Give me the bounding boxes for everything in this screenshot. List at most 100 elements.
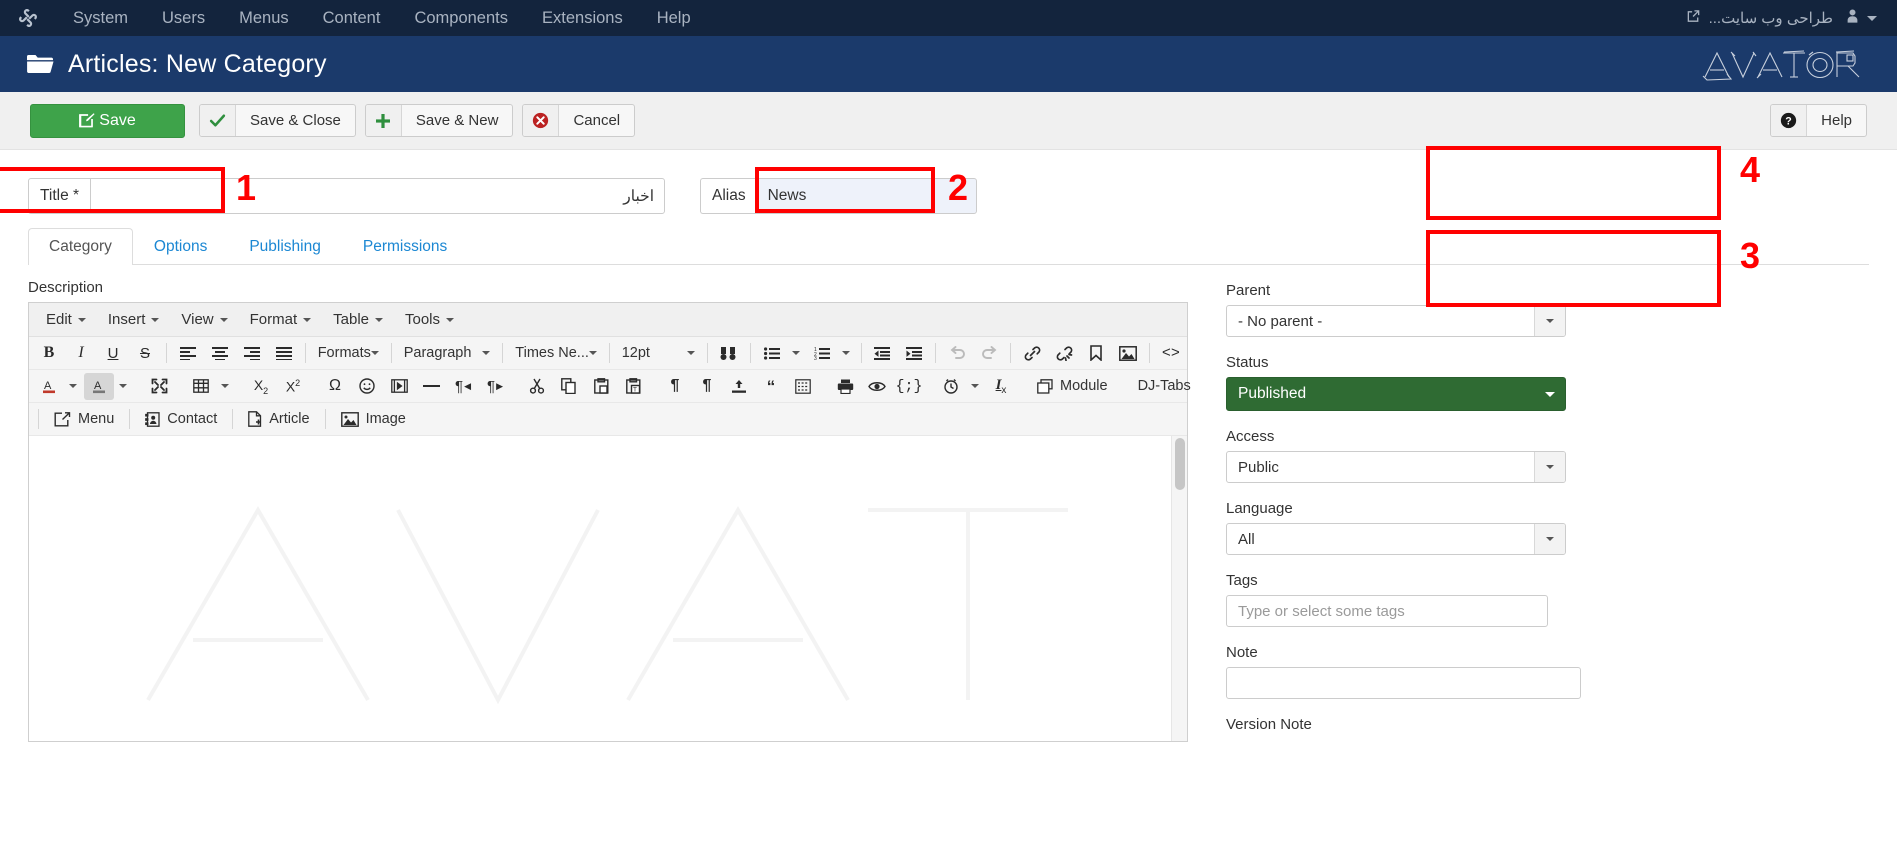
- chevron-down-icon[interactable]: [787, 340, 805, 367]
- joomla-logo-icon[interactable]: [0, 7, 56, 29]
- blockquote-icon[interactable]: “: [756, 373, 786, 400]
- editor-vertical-scrollbar[interactable]: [1171, 436, 1187, 741]
- search-replace-icon[interactable]: [714, 340, 744, 367]
- cancel-button[interactable]: Cancel: [522, 104, 636, 137]
- subscript-icon[interactable]: X2: [246, 373, 276, 400]
- chevron-down-icon[interactable]: [837, 340, 855, 367]
- outdent-icon[interactable]: [867, 340, 897, 367]
- align-center-icon[interactable]: [205, 340, 235, 367]
- formats-select[interactable]: Formats: [311, 340, 386, 367]
- alias-input[interactable]: [756, 178, 977, 214]
- admin-menu-item-content[interactable]: Content: [306, 0, 398, 36]
- show-blocks-icon[interactable]: ¶: [660, 373, 690, 400]
- font-family-select[interactable]: Times Ne...: [508, 340, 604, 367]
- insert-contact-button[interactable]: Contact: [136, 406, 226, 433]
- align-left-icon[interactable]: [173, 340, 203, 367]
- editor-menu-table[interactable]: Table: [322, 307, 394, 333]
- editor-column: Description Edit Insert View Format Tabl…: [28, 279, 1191, 750]
- chevron-down-icon[interactable]: [114, 373, 132, 400]
- parent-select[interactable]: - No parent -: [1226, 305, 1566, 337]
- admin-menu-item-system[interactable]: System: [56, 0, 145, 36]
- undo-icon[interactable]: [942, 340, 972, 367]
- save-button[interactable]: Save: [30, 103, 185, 138]
- copy-icon[interactable]: [554, 373, 584, 400]
- horizontal-rule-icon[interactable]: [416, 373, 446, 400]
- indent-icon[interactable]: [899, 340, 929, 367]
- editor-menu-edit[interactable]: Edit: [35, 307, 97, 333]
- admin-menu-item-help[interactable]: Help: [640, 0, 708, 36]
- tab-permissions[interactable]: Permissions: [342, 228, 468, 265]
- emoticon-icon[interactable]: [352, 373, 382, 400]
- superscript-icon[interactable]: X2: [278, 373, 308, 400]
- ltr-paragraph-icon[interactable]: ¶ ▶: [480, 373, 510, 400]
- help-button[interactable]: ? Help: [1770, 104, 1867, 137]
- language-select[interactable]: All: [1226, 523, 1566, 555]
- paste-icon[interactable]: [586, 373, 616, 400]
- tab-options[interactable]: Options: [133, 228, 228, 265]
- editor-menu-tools[interactable]: Tools: [394, 307, 465, 333]
- clock-icon[interactable]: [936, 373, 966, 400]
- bold-icon[interactable]: B: [34, 340, 64, 367]
- insert-media-icon[interactable]: [384, 373, 414, 400]
- user-menu[interactable]: [1845, 8, 1877, 28]
- underline-icon[interactable]: U: [98, 340, 128, 367]
- clear-formatting-icon[interactable]: Ix: [986, 373, 1016, 400]
- editor-menu-insert[interactable]: Insert: [97, 307, 171, 333]
- chevron-down-icon[interactable]: [64, 373, 82, 400]
- unlink-icon[interactable]: [1049, 340, 1079, 367]
- rtl-paragraph-icon[interactable]: ¶ ◀: [448, 373, 478, 400]
- special-character-icon[interactable]: Ω: [320, 373, 350, 400]
- code-sample-icon[interactable]: {;}: [894, 373, 924, 400]
- align-right-icon[interactable]: [237, 340, 267, 367]
- paste-as-text-icon[interactable]: T: [618, 373, 648, 400]
- editor-menu-format[interactable]: Format: [239, 307, 323, 333]
- numbered-list-icon[interactable]: 123: [807, 340, 837, 367]
- status-select[interactable]: Published: [1226, 377, 1566, 411]
- block-format-select[interactable]: Paragraph: [397, 340, 498, 367]
- admin-menu-item-components[interactable]: Components: [397, 0, 525, 36]
- anchor-bookmark-icon[interactable]: [1081, 340, 1111, 367]
- insert-template-icon[interactable]: [724, 373, 754, 400]
- access-select[interactable]: Public: [1226, 451, 1566, 483]
- text-color-icon[interactable]: A: [34, 373, 64, 400]
- admin-menu-item-menus[interactable]: Menus: [222, 0, 306, 36]
- dj-tabs-button[interactable]: DJ-Tabs: [1129, 373, 1200, 400]
- show-invisible-characters-icon[interactable]: ¶: [692, 373, 722, 400]
- tab-publishing[interactable]: Publishing: [228, 228, 342, 265]
- fullscreen-icon[interactable]: [144, 373, 174, 400]
- insert-image-icon[interactable]: [1113, 340, 1143, 367]
- print-icon[interactable]: [830, 373, 860, 400]
- chevron-down-icon[interactable]: [216, 373, 234, 400]
- note-input[interactable]: [1226, 667, 1581, 699]
- insert-menu-button[interactable]: Menu: [45, 406, 123, 433]
- insert-article-button[interactable]: Article: [239, 406, 318, 433]
- strikethrough-icon[interactable]: S: [130, 340, 160, 367]
- admin-menu-item-extensions[interactable]: Extensions: [525, 0, 640, 36]
- cut-icon[interactable]: [522, 373, 552, 400]
- font-size-select[interactable]: 12pt: [615, 340, 702, 367]
- align-justify-icon[interactable]: [269, 340, 299, 367]
- editor-content-area[interactable]: [29, 436, 1187, 741]
- link-icon[interactable]: [1017, 340, 1047, 367]
- insert-module-button[interactable]: Module: [1028, 373, 1117, 400]
- editor-menu-view[interactable]: View: [170, 307, 238, 333]
- tags-input[interactable]: [1226, 595, 1548, 627]
- redo-icon[interactable]: [974, 340, 1004, 367]
- chevron-down-icon[interactable]: [966, 373, 984, 400]
- insert-image-button[interactable]: Image: [332, 406, 415, 433]
- italic-icon[interactable]: I: [66, 340, 96, 367]
- source-code-icon[interactable]: <>: [1156, 340, 1186, 367]
- background-color-icon[interactable]: A: [84, 372, 114, 400]
- title-input[interactable]: [90, 178, 666, 214]
- tab-category[interactable]: Category: [28, 228, 133, 265]
- admin-menu-item-users[interactable]: Users: [145, 0, 222, 36]
- preview-icon[interactable]: [862, 373, 892, 400]
- bullet-list-icon[interactable]: [757, 340, 787, 367]
- insert-table-icon[interactable]: [186, 373, 216, 400]
- view-site-link[interactable]: طراحی وب سایت...: [1686, 9, 1833, 28]
- scrollbar-thumb[interactable]: [1175, 438, 1185, 490]
- save-and-new-button[interactable]: Save & New: [364, 104, 514, 137]
- save-and-close-button[interactable]: Save & Close: [199, 104, 356, 137]
- toolbar-divider: [390, 343, 392, 363]
- nonbreaking-icon[interactable]: [788, 373, 818, 400]
